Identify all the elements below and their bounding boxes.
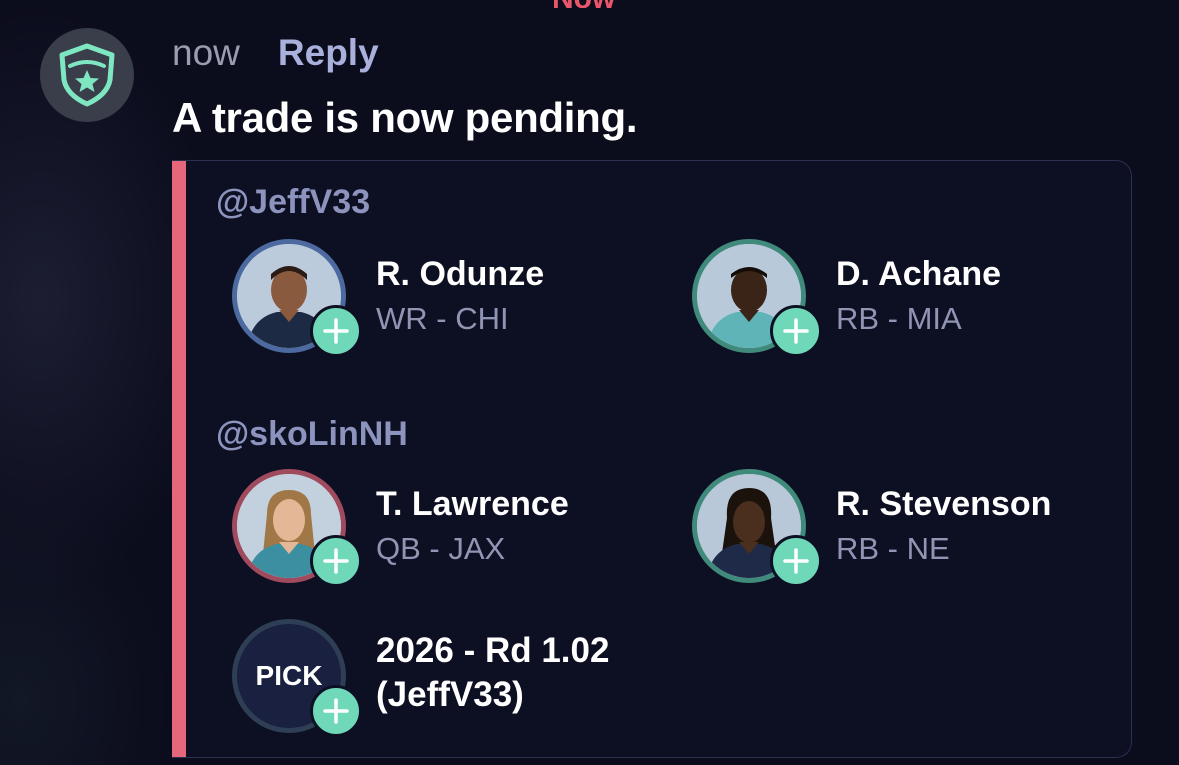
draft-pick-card[interactable]: PICK 2026 - Rd 1.02 (JeffV33) bbox=[232, 619, 652, 737]
message-timestamp: now bbox=[172, 32, 240, 73]
trade-card-accent bbox=[172, 161, 186, 757]
pick-owner: (JeffV33) bbox=[376, 675, 524, 714]
reply-button[interactable]: Reply bbox=[278, 32, 379, 74]
previous-message-cutoff: Now bbox=[552, 0, 632, 8]
player-position: WR - CHI bbox=[376, 301, 509, 336]
player-card-odunze[interactable]: R. Odunze WR - CHI bbox=[232, 239, 652, 357]
shield-star-icon bbox=[59, 43, 115, 107]
trade-card[interactable]: @JeffV33 R. Odunze WR - CHI D. Achane RB… bbox=[172, 160, 1132, 758]
message-meta: now Reply bbox=[172, 30, 379, 76]
player-position: QB - JAX bbox=[376, 531, 506, 566]
player-name: R. Stevenson bbox=[836, 485, 1052, 523]
add-icon[interactable] bbox=[310, 305, 362, 357]
player-position: RB - MIA bbox=[836, 301, 962, 336]
add-icon[interactable] bbox=[770, 535, 822, 587]
message-text: A trade is now pending. bbox=[172, 94, 638, 141]
bot-avatar[interactable] bbox=[40, 28, 134, 122]
pick-details: 2026 - Rd 1.02 (JeffV33) bbox=[376, 629, 609, 717]
player-position: RB - NE bbox=[836, 531, 950, 566]
add-icon[interactable] bbox=[770, 305, 822, 357]
pick-round: 2026 - Rd 1.02 bbox=[376, 631, 610, 670]
player-card-achane[interactable]: D. Achane RB - MIA bbox=[692, 239, 1112, 357]
player-name: D. Achane bbox=[836, 255, 1002, 293]
trade-side-handle[interactable]: @JeffV33 bbox=[216, 183, 370, 222]
player-card-stevenson[interactable]: R. Stevenson RB - NE bbox=[692, 469, 1112, 587]
add-icon[interactable] bbox=[310, 685, 362, 737]
add-icon[interactable] bbox=[310, 535, 362, 587]
player-name: R. Odunze bbox=[376, 255, 545, 293]
trade-side-handle[interactable]: @skoLinNH bbox=[216, 415, 408, 454]
player-card-lawrence[interactable]: T. Lawrence QB - JAX bbox=[232, 469, 652, 587]
player-name: T. Lawrence bbox=[376, 485, 569, 523]
